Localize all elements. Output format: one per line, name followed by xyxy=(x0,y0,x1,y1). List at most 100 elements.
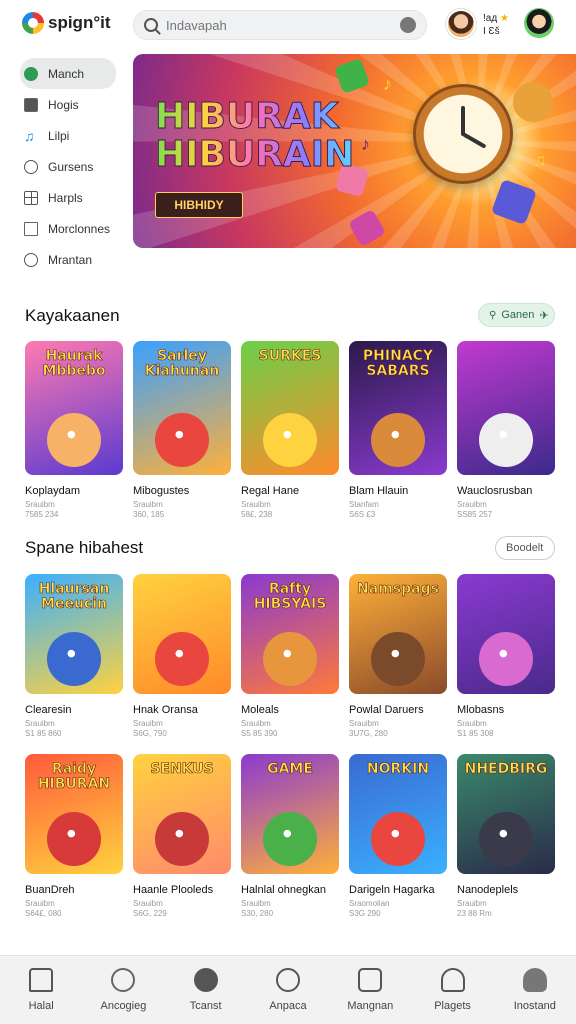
game-title[interactable]: Clearesin xyxy=(25,704,123,716)
game-title[interactable]: Wauclosrusban xyxy=(457,485,555,497)
game-stats: 360, 185 xyxy=(133,510,165,519)
game-title[interactable]: Blam Hlauin xyxy=(349,485,447,497)
thumbnail-title: Raidy HIBURAN xyxy=(37,761,111,792)
sidebar-item-gursens[interactable]: Gursens xyxy=(20,151,116,182)
game-thumbnail[interactable]: GAME xyxy=(241,754,339,874)
section-more-chip[interactable]: Boodelt xyxy=(495,536,555,560)
game-stats: S30, 280 xyxy=(241,909,274,918)
game-card[interactable]: Haurak Mbbebo Koplaydam Srauibm 7585 234 xyxy=(25,341,123,520)
game-thumbnail[interactable] xyxy=(457,574,555,694)
bottom-nav-item[interactable]: Anpaca xyxy=(247,956,329,1024)
section-filter-chip[interactable]: ⚲ Ganen ✈ xyxy=(478,303,555,327)
game-thumbnail[interactable]: Hlaursan Meeucin xyxy=(25,574,123,694)
thumbnail-title: Haurak Mbbebo xyxy=(42,348,106,379)
game-title[interactable]: Mibogustes xyxy=(133,485,231,497)
game-publisher: Srauibm xyxy=(457,899,487,908)
game-publisher: Stanfam xyxy=(349,500,379,509)
game-thumbnail[interactable] xyxy=(457,341,555,475)
game-title[interactable]: Powlal Daruers xyxy=(349,704,447,716)
game-thumbnail[interactable]: Namspags xyxy=(349,574,447,694)
character-art xyxy=(371,812,425,866)
sidebar-item-label: Morclonnes xyxy=(48,221,111,236)
game-card[interactable]: Mlobasns Srauibm S1 85 308 xyxy=(457,574,555,739)
bottom-nav-label: Tcanst xyxy=(189,1000,222,1012)
game-card[interactable]: Hlaursan Meeucin Clearesin Srauibm S1 85 86… xyxy=(25,574,123,739)
character-art xyxy=(47,812,101,866)
game-thumbnail[interactable]: NORKIN xyxy=(349,754,447,874)
game-title[interactable]: Darigeln Hagarka xyxy=(349,884,447,896)
game-thumbnail[interactable]: SURKES xyxy=(241,341,339,475)
music-note-icon: ♫ xyxy=(533,150,547,170)
game-card[interactable]: NORKIN Darigeln Hagarka Sraomolian S3G 290 xyxy=(349,754,447,919)
game-title[interactable]: Regal Hane xyxy=(241,485,339,497)
bottom-nav-item[interactable]: Plagets xyxy=(411,956,493,1024)
banner-cta-button[interactable]: HIBHIDY xyxy=(155,192,243,218)
game-title[interactable]: Koplaydam xyxy=(25,485,123,497)
game-card[interactable]: SURKES Regal Hane Srauibm 58£, 238 xyxy=(241,341,339,520)
logo-text: spign°it xyxy=(48,13,111,32)
game-publisher: Srauibm xyxy=(241,500,271,509)
profile-avatar[interactable] xyxy=(524,8,554,38)
bottom-nav-label: Plagets xyxy=(434,1000,471,1012)
game-card[interactable]: Rafty HIBSYAIS Moleals Srauibm S5 85 390 xyxy=(241,574,339,739)
section-title: Kayakaanen xyxy=(25,306,120,325)
sidebar-item-morclonnes[interactable]: Morclonnes xyxy=(20,213,116,244)
sidebar-item-harpls[interactable]: Harpls xyxy=(20,182,116,213)
game-card[interactable]: Hnak Oransa Srauibm S6G, 790 xyxy=(133,574,231,739)
game-thumbnail[interactable]: Haurak Mbbebo xyxy=(25,341,123,475)
avatar[interactable] xyxy=(446,9,476,39)
sidebar-item-manch[interactable]: Manch xyxy=(20,58,116,89)
game-thumbnail[interactable]: Raidy HIBURAN xyxy=(25,754,123,874)
game-title[interactable]: Halnlal ohnegkan xyxy=(241,884,339,896)
game-title[interactable]: Hnak Oransa xyxy=(133,704,231,716)
game-stats: S5 85 390 xyxy=(241,729,278,738)
game-publisher: Srauibm xyxy=(349,719,379,728)
hero-banner[interactable]: ♪ ♫ ♪ HIBURAK HIBURAIN HIBHIDY xyxy=(133,54,576,248)
bottom-nav-item[interactable]: Ancogieg xyxy=(82,956,164,1024)
bottom-nav-item[interactable]: Tcanst xyxy=(165,956,247,1024)
star-icon: ★ xyxy=(499,13,509,24)
sidebar: Manch Hogis ♫ Lilpi Gursens Harpls Morcl… xyxy=(20,58,116,275)
game-thumbnail[interactable] xyxy=(133,574,231,694)
character-art xyxy=(155,812,209,866)
game-publisher: Sraomolian xyxy=(349,899,390,908)
info-icon xyxy=(275,968,300,992)
bottom-nav-item[interactable]: Mangnan xyxy=(329,956,411,1024)
game-card[interactable]: SENKUS Haanle Plooleds Srauibm S6G, 229 xyxy=(133,754,231,919)
game-title[interactable]: Nanodeplels xyxy=(457,884,555,896)
game-thumbnail[interactable]: NHEDBIRG xyxy=(457,754,555,874)
game-thumbnail[interactable]: PHINACY SABARS xyxy=(349,341,447,475)
sidebar-item-lilpi[interactable]: ♫ Lilpi xyxy=(20,120,116,151)
game-card[interactable]: Raidy HIBURAN BuanDreh Srauibm S64£, 080 xyxy=(25,754,123,919)
bottom-nav-label: Ancogieg xyxy=(100,1000,147,1012)
game-card[interactable]: Sarley Kiahunan Mibogustes Srauibm 360, 185 xyxy=(133,341,231,520)
thumbnail-title: SURKES xyxy=(258,348,322,364)
game-card[interactable]: GAME Halnlal ohnegkan Sraulbm S30, 280 xyxy=(241,754,339,919)
game-card[interactable]: Namspags Powlal Daruers Srauibm 3U7G, 280 xyxy=(349,574,447,739)
user-line-1: !aд xyxy=(483,13,498,24)
game-thumbnail[interactable]: Sarley Kiahunan xyxy=(133,341,231,475)
game-title[interactable]: Moleals xyxy=(241,704,339,716)
mic-icon[interactable] xyxy=(400,17,416,33)
game-title[interactable]: Mlobasns xyxy=(457,704,555,716)
sidebar-item-hogis[interactable]: Hogis xyxy=(20,89,116,120)
app-logo[interactable]: spign°it xyxy=(22,12,111,34)
bottom-nav-item[interactable]: Inostand xyxy=(494,956,576,1024)
character-art xyxy=(371,413,425,467)
sidebar-item-mrantan[interactable]: Mrantan xyxy=(20,244,116,275)
search-bar[interactable] xyxy=(133,10,427,40)
clock-icon xyxy=(413,84,513,184)
grid-icon xyxy=(24,190,38,205)
bottom-nav-item[interactable]: Halal xyxy=(0,956,82,1024)
game-thumbnail[interactable]: Rafty HIBSYAIS xyxy=(241,574,339,694)
game-card[interactable]: NHEDBIRG Nanodeplels Srauibm 23 88 Rm xyxy=(457,754,555,919)
game-title[interactable]: Haanle Plooleds xyxy=(133,884,231,896)
game-stats: SS85 257 xyxy=(457,510,493,519)
game-card[interactable]: Wauclosrusban Srauibm SS85 257 xyxy=(457,341,555,520)
game-title[interactable]: BuanDreh xyxy=(25,884,123,896)
game-thumbnail[interactable]: SENKUS xyxy=(133,754,231,874)
game-stats: S1 85 860 xyxy=(25,729,62,738)
game-card[interactable]: PHINACY SABARS Blam Hlauin Stanfam S6S £3 xyxy=(349,341,447,520)
search-input[interactable] xyxy=(166,17,400,33)
game-publisher: Srauibm xyxy=(241,719,271,728)
